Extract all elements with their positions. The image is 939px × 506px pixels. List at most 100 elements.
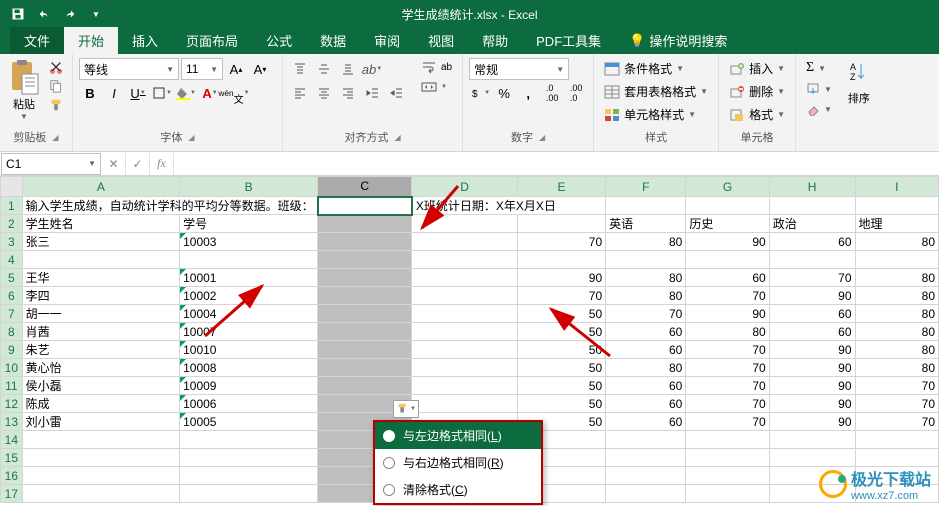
align-middle-button[interactable]	[313, 58, 335, 80]
cell[interactable]	[412, 395, 518, 413]
merge-center-button[interactable]: ▼	[417, 78, 456, 96]
cell[interactable]: 陈成	[22, 395, 179, 413]
cell[interactable]	[855, 431, 938, 449]
row-header-11[interactable]: 11	[1, 377, 23, 395]
cell[interactable]: 60	[606, 395, 686, 413]
cell[interactable]: 80	[606, 287, 686, 305]
accounting-format-button[interactable]: $▼	[469, 82, 491, 104]
cell[interactable]: 10004	[180, 305, 318, 323]
cell[interactable]: 90	[517, 269, 605, 287]
align-center-button[interactable]	[313, 82, 335, 104]
cell[interactable]	[606, 449, 686, 467]
cell[interactable]: 政治	[769, 215, 855, 233]
italic-button[interactable]: I	[103, 82, 125, 104]
border-button[interactable]: ▼	[151, 82, 173, 104]
dialog-launcher-icon[interactable]: ◢	[52, 133, 58, 142]
redo-button[interactable]	[58, 3, 82, 25]
align-top-button[interactable]	[289, 58, 311, 80]
tab-file[interactable]: 文件	[10, 27, 64, 54]
cell[interactable]	[318, 233, 412, 251]
cell[interactable]: 80	[606, 233, 686, 251]
cell[interactable]	[318, 215, 412, 233]
cell[interactable]: 50	[517, 323, 605, 341]
align-left-button[interactable]	[289, 82, 311, 104]
name-box[interactable]: C1▼	[1, 153, 101, 175]
cell[interactable]: 60	[686, 269, 769, 287]
cell[interactable]: 80	[855, 233, 938, 251]
cell[interactable]: 学号	[180, 215, 318, 233]
cell[interactable]: 肖茜	[22, 323, 179, 341]
autosum-button[interactable]: Σ▼	[802, 58, 836, 78]
row-header-9[interactable]: 9	[1, 341, 23, 359]
cell[interactable]: 60	[769, 323, 855, 341]
option-same-as-right[interactable]: 与右边格式相同(R)	[375, 449, 541, 476]
cell[interactable]: 80	[855, 323, 938, 341]
row-header-7[interactable]: 7	[1, 305, 23, 323]
row-header-15[interactable]: 15	[1, 449, 23, 467]
cell[interactable]	[180, 485, 318, 503]
cell[interactable]: 王华	[22, 269, 179, 287]
qat-more-button[interactable]: ▼	[84, 3, 108, 25]
cell[interactable]: 70	[769, 269, 855, 287]
row-header-2[interactable]: 2	[1, 215, 23, 233]
cell[interactable]: 60	[769, 233, 855, 251]
fill-button[interactable]: ▼	[802, 80, 836, 98]
col-header-F[interactable]: F	[606, 177, 686, 197]
cell[interactable]: 地理	[855, 215, 938, 233]
cell[interactable]: 10008	[180, 359, 318, 377]
cell[interactable]	[855, 197, 938, 215]
cell[interactable]	[686, 449, 769, 467]
cell[interactable]	[686, 485, 769, 503]
cell[interactable]	[855, 449, 938, 467]
cell[interactable]	[412, 377, 518, 395]
cell-C1[interactable]	[318, 197, 412, 215]
cell[interactable]	[412, 359, 518, 377]
cell[interactable]	[686, 251, 769, 269]
format-button[interactable]: 格式▼	[725, 104, 789, 125]
cell[interactable]: X班统计日期：X年X月X日	[412, 197, 606, 215]
option-clear-format[interactable]: 清除格式(C)	[375, 476, 541, 503]
row-header-10[interactable]: 10	[1, 359, 23, 377]
orientation-button[interactable]: ab▼	[361, 58, 383, 80]
tab-pdf[interactable]: PDF工具集	[522, 27, 615, 54]
cell[interactable]: 80	[855, 359, 938, 377]
align-bottom-button[interactable]	[337, 58, 359, 80]
cell[interactable]	[769, 251, 855, 269]
cell[interactable]: 张三	[22, 233, 179, 251]
cell[interactable]	[769, 449, 855, 467]
cell[interactable]: 10006	[180, 395, 318, 413]
cell[interactable]: 70	[686, 287, 769, 305]
cell[interactable]	[686, 431, 769, 449]
cell[interactable]	[769, 431, 855, 449]
comma-button[interactable]: ,	[517, 82, 539, 104]
select-all-corner[interactable]	[1, 177, 23, 197]
cell[interactable]	[180, 431, 318, 449]
delete-button[interactable]: 删除▼	[725, 81, 789, 102]
cell[interactable]: 60	[769, 305, 855, 323]
row-header-16[interactable]: 16	[1, 467, 23, 485]
cell[interactable]	[606, 431, 686, 449]
decrease-decimal-button[interactable]: .00.0	[565, 82, 587, 104]
save-button[interactable]	[6, 3, 30, 25]
cell[interactable]: 80	[855, 269, 938, 287]
row-header-8[interactable]: 8	[1, 323, 23, 341]
cell[interactable]	[412, 287, 518, 305]
cell[interactable]	[318, 377, 412, 395]
cell[interactable]: 黄心怡	[22, 359, 179, 377]
col-header-H[interactable]: H	[769, 177, 855, 197]
cell[interactable]: 60	[606, 323, 686, 341]
cell[interactable]	[412, 305, 518, 323]
cell[interactable]	[412, 323, 518, 341]
col-header-B[interactable]: B	[180, 177, 318, 197]
row-header-4[interactable]: 4	[1, 251, 23, 269]
cell[interactable]	[22, 431, 179, 449]
cell[interactable]: 70	[686, 377, 769, 395]
cell[interactable]: 70	[686, 395, 769, 413]
font-name-select[interactable]: 等线▼	[79, 58, 179, 80]
cell[interactable]	[769, 197, 855, 215]
cell[interactable]: 10002	[180, 287, 318, 305]
cell[interactable]: 50	[517, 305, 605, 323]
cell[interactable]: 70	[686, 359, 769, 377]
cell[interactable]	[22, 449, 179, 467]
cell[interactable]: 学生姓名	[22, 215, 179, 233]
